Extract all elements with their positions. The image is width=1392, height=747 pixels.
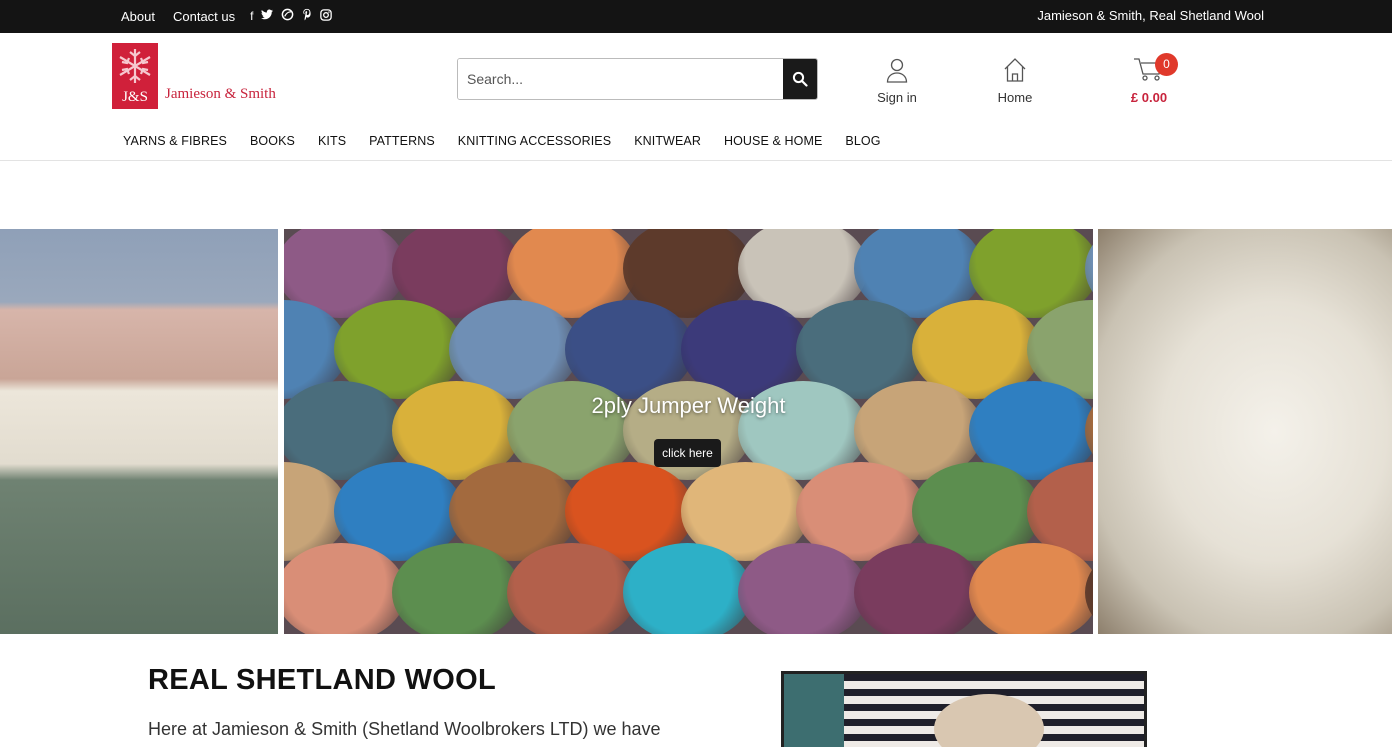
nav-kits[interactable]: KITS bbox=[318, 134, 346, 148]
facebook-icon[interactable]: f bbox=[250, 9, 253, 23]
cart-total: £ 0.00 bbox=[1130, 90, 1168, 105]
home-icon bbox=[1004, 58, 1026, 82]
yarn-ball bbox=[391, 543, 522, 634]
nav-yarns-fibres[interactable]: YARNS & FIBRES bbox=[123, 134, 227, 148]
search-bar bbox=[457, 58, 818, 100]
search-icon bbox=[792, 71, 808, 87]
nav-patterns[interactable]: PATTERNS bbox=[369, 134, 435, 148]
slide-cta-button[interactable]: click here bbox=[654, 439, 721, 467]
main-nav: YARNS & FIBRES BOOKS KITS PATTERNS KNITT… bbox=[123, 134, 904, 148]
cart-link[interactable]: 0 £ 0.00 bbox=[1122, 53, 1178, 105]
user-icon bbox=[886, 58, 908, 83]
logo[interactable]: J&S bbox=[112, 43, 158, 109]
signin-label: Sign in bbox=[877, 90, 917, 105]
search-input[interactable] bbox=[458, 59, 784, 99]
logo-monogram: J&S bbox=[122, 89, 148, 105]
about-link[interactable]: About bbox=[121, 9, 155, 24]
cart-count-badge: 0 bbox=[1155, 53, 1178, 76]
home-link[interactable]: Home bbox=[984, 57, 1046, 105]
tagline: Jamieson & Smith, Real Shetland Wool bbox=[1037, 8, 1264, 23]
pinterest-icon[interactable] bbox=[302, 8, 312, 24]
nav-knitwear[interactable]: KNITWEAR bbox=[634, 134, 701, 148]
nav-house-home[interactable]: HOUSE & HOME bbox=[724, 134, 822, 148]
photo-sleeve bbox=[784, 674, 844, 747]
top-bar: About Contact us f Jamieson & Smith, Rea… bbox=[0, 0, 1392, 33]
nav-divider bbox=[0, 160, 1392, 161]
slide-current-yarn[interactable]: 2ply Jumper Weight click here bbox=[284, 229, 1093, 634]
signin-link[interactable]: Sign in bbox=[866, 57, 928, 105]
yarn-ball bbox=[738, 543, 868, 634]
nav-books[interactable]: BOOKS bbox=[250, 134, 295, 148]
slide-title: 2ply Jumper Weight bbox=[591, 393, 786, 418]
social-links: f bbox=[250, 8, 333, 24]
slide-next-fleece[interactable] bbox=[1098, 229, 1392, 634]
section-heading: REAL SHETLAND WOOL bbox=[148, 664, 497, 696]
nav-blog[interactable]: BLOG bbox=[845, 134, 880, 148]
logo-name[interactable]: Jamieson & Smith bbox=[165, 86, 276, 103]
yarn-ball bbox=[507, 543, 637, 634]
slide-prev-knitwear[interactable] bbox=[0, 229, 278, 634]
knitter-photo bbox=[781, 671, 1147, 747]
contact-link[interactable]: Contact us bbox=[173, 9, 235, 24]
top-links: About Contact us f bbox=[121, 8, 333, 24]
home-label: Home bbox=[997, 90, 1033, 105]
search-button[interactable] bbox=[783, 59, 817, 99]
yarn-ball bbox=[969, 543, 1093, 634]
ravelry-icon[interactable] bbox=[281, 8, 294, 24]
intro-text: Here at Jamieson & Smith (Shetland Woolb… bbox=[148, 719, 661, 739]
photo-hands bbox=[934, 694, 1044, 747]
twitter-icon[interactable] bbox=[261, 9, 274, 23]
yarn-ball bbox=[853, 543, 984, 634]
snowflake-icon bbox=[119, 49, 151, 83]
nav-knitting-accessories[interactable]: KNITTING ACCESSORIES bbox=[458, 134, 611, 148]
yarn-ball bbox=[622, 543, 753, 634]
instagram-icon[interactable] bbox=[320, 8, 333, 24]
